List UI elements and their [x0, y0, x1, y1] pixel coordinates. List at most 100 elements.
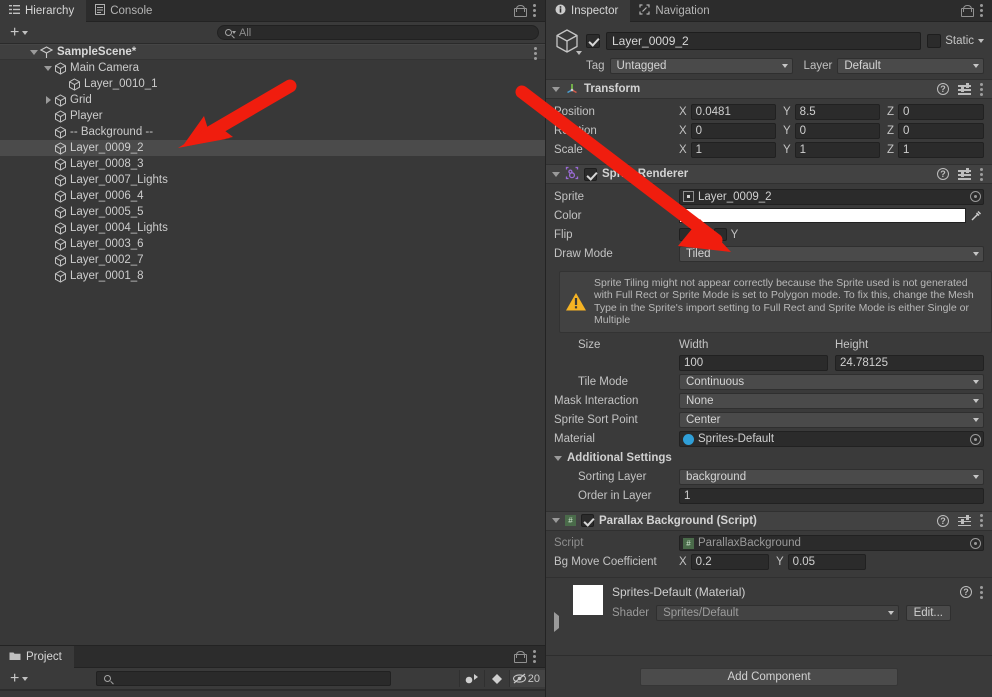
- shader-edit-button[interactable]: Edit...: [905, 604, 951, 621]
- layer-dropdown[interactable]: Default: [837, 58, 984, 74]
- lock-icon[interactable]: [514, 650, 527, 663]
- foldout-icon[interactable]: [552, 86, 560, 92]
- hierarchy-scene-row[interactable]: SampleScene*: [0, 44, 545, 60]
- object-picker-icon[interactable]: [970, 191, 981, 202]
- coefficient-x-input[interactable]: 0.2: [690, 554, 769, 571]
- transform-position-x-input[interactable]: 0.0481: [690, 103, 776, 120]
- hierarchy-item-player[interactable]: Player: [0, 108, 545, 124]
- tile-mode-dropdown[interactable]: Continuous: [679, 374, 984, 391]
- transform-position-y-input[interactable]: 8.5: [794, 103, 880, 120]
- flip-y-checkbox[interactable]: [713, 228, 727, 241]
- create-object-button[interactable]: +: [6, 24, 32, 40]
- help-icon[interactable]: ?: [937, 83, 949, 95]
- panel-menu-icon[interactable]: [533, 650, 537, 663]
- hierarchy-item-layer-0002-7[interactable]: Layer_0002_7: [0, 252, 545, 268]
- help-icon[interactable]: ?: [937, 514, 949, 527]
- lock-icon[interactable]: [961, 4, 974, 17]
- sorting-layer-dropdown[interactable]: background: [679, 469, 984, 486]
- hierarchy-search-placeholder: All: [239, 26, 252, 39]
- order-in-layer-input[interactable]: 1: [679, 488, 984, 505]
- help-icon[interactable]: ?: [960, 586, 972, 599]
- project-search-input[interactable]: [96, 671, 392, 686]
- hidden-objects-badge[interactable]: 20: [508, 670, 545, 687]
- transform-component-header[interactable]: Transform ?: [546, 79, 992, 99]
- hierarchy-item-layer-0009-2[interactable]: Layer_0009_2: [0, 140, 545, 156]
- tag-dropdown[interactable]: Untagged: [609, 58, 793, 74]
- transform-position-z-input[interactable]: 0: [898, 103, 984, 120]
- preset-icon[interactable]: [958, 514, 971, 527]
- chevron-down-icon[interactable]: [978, 39, 984, 43]
- hierarchy-item-grid[interactable]: Grid: [0, 92, 545, 108]
- foldout-icon[interactable]: [554, 455, 562, 461]
- gameobject-enabled-checkbox[interactable]: [586, 34, 600, 48]
- sprite-renderer-component-header[interactable]: Sprite Renderer ?: [546, 164, 992, 184]
- sprite-sort-point-dropdown[interactable]: Center: [679, 412, 984, 429]
- hierarchy-item-main-camera[interactable]: Main Camera: [0, 60, 545, 76]
- flip-x-checkbox[interactable]: [679, 228, 692, 241]
- transform-scale-x-input[interactable]: 1: [690, 141, 776, 158]
- color-swatch-field[interactable]: [679, 208, 966, 223]
- size-height-input[interactable]: 24.78125: [835, 355, 984, 372]
- additional-settings-foldout[interactable]: Additional Settings: [554, 449, 984, 468]
- hierarchy-tree[interactable]: SampleScene* Main Camera Layer_0010_1 Grid…: [0, 44, 545, 645]
- foldout-icon[interactable]: [552, 171, 560, 177]
- panel-menu-icon[interactable]: [980, 4, 984, 17]
- tab-project[interactable]: Project: [0, 646, 74, 669]
- transform-rotation-y-input[interactable]: 0: [794, 122, 880, 139]
- tag-icon[interactable]: [483, 670, 509, 687]
- draw-mode-dropdown[interactable]: Tiled: [679, 245, 984, 262]
- coefficient-y-input[interactable]: 0.05: [787, 554, 866, 571]
- hierarchy-search-input[interactable]: All: [217, 25, 539, 40]
- preset-icon[interactable]: [958, 83, 971, 95]
- foldout-icon[interactable]: [552, 518, 560, 524]
- lock-icon[interactable]: [514, 4, 527, 17]
- hierarchy-item-layer-0008-3[interactable]: Layer_0008_3: [0, 156, 545, 172]
- scene-vis-icon[interactable]: [458, 670, 484, 687]
- hierarchy-item-layer-0004-lights[interactable]: Layer_0004_Lights: [0, 220, 545, 236]
- sprite-renderer-enabled-checkbox[interactable]: [584, 167, 597, 181]
- material-menu-icon[interactable]: [980, 585, 984, 599]
- transform-rotation-z-input[interactable]: 0: [898, 122, 984, 139]
- project-content-area[interactable]: [0, 690, 545, 697]
- material-foldout-icon[interactable]: [554, 585, 564, 632]
- size-width-input[interactable]: 100: [679, 355, 828, 372]
- help-icon[interactable]: ?: [937, 168, 949, 180]
- sprite-object-field[interactable]: Layer_0009_2: [679, 188, 984, 205]
- parallax-script-enabled-checkbox[interactable]: [581, 514, 594, 528]
- project-create-button[interactable]: +: [6, 670, 32, 686]
- hierarchy-item-layer-0010-1[interactable]: Layer_0010_1: [0, 76, 545, 92]
- preset-icon[interactable]: [958, 168, 971, 180]
- object-picker-icon[interactable]: [970, 433, 981, 445]
- material-object-field[interactable]: Sprites-Default: [679, 431, 984, 448]
- parallax-script-component-header[interactable]: # Parallax Background (Script) ?: [546, 510, 992, 531]
- component-menu-icon[interactable]: [980, 82, 984, 96]
- tab-navigation[interactable]: Navigation: [630, 0, 721, 22]
- hierarchy-item-layer-0005-5[interactable]: Layer_0005_5: [0, 204, 545, 220]
- transform-rotation-x-input[interactable]: 0: [690, 122, 776, 139]
- shader-dropdown[interactable]: Sprites/Default: [656, 604, 899, 621]
- add-component-button[interactable]: Add Component: [640, 667, 898, 686]
- transform-scale-y-input[interactable]: 1: [794, 141, 880, 158]
- transform-scale-z-input[interactable]: 1: [898, 141, 984, 158]
- gameobject-icon[interactable]: [554, 28, 582, 55]
- component-menu-icon[interactable]: [980, 167, 984, 181]
- static-toggle-group[interactable]: Static: [927, 34, 984, 48]
- foldout-icon[interactable]: [42, 65, 54, 71]
- hierarchy-item-layer-0006-4[interactable]: Layer_0006_4: [0, 188, 545, 204]
- panel-menu-icon[interactable]: [533, 4, 537, 17]
- hierarchy-item-layer-0003-6[interactable]: Layer_0003_6: [0, 236, 545, 252]
- scene-menu-icon[interactable]: [534, 47, 538, 60]
- foldout-icon[interactable]: [42, 96, 54, 104]
- tab-hierarchy[interactable]: Hierarchy: [0, 0, 87, 23]
- component-menu-icon[interactable]: [980, 514, 984, 528]
- eyedropper-icon[interactable]: [969, 208, 984, 223]
- gameobject-name-input[interactable]: Layer_0009_2: [606, 32, 922, 50]
- hierarchy-item-layer-0001-8[interactable]: Layer_0001_8: [0, 268, 545, 284]
- mask-interaction-dropdown[interactable]: None: [679, 393, 984, 410]
- tab-console[interactable]: Console: [86, 0, 164, 22]
- hierarchy-item-layer-0007-lights[interactable]: Layer_0007_Lights: [0, 172, 545, 188]
- hierarchy-item-background[interactable]: -- Background --: [0, 124, 545, 140]
- scene-foldout-icon[interactable]: [28, 49, 40, 55]
- static-checkbox[interactable]: [927, 34, 942, 48]
- tab-inspector[interactable]: Inspector: [546, 0, 631, 23]
